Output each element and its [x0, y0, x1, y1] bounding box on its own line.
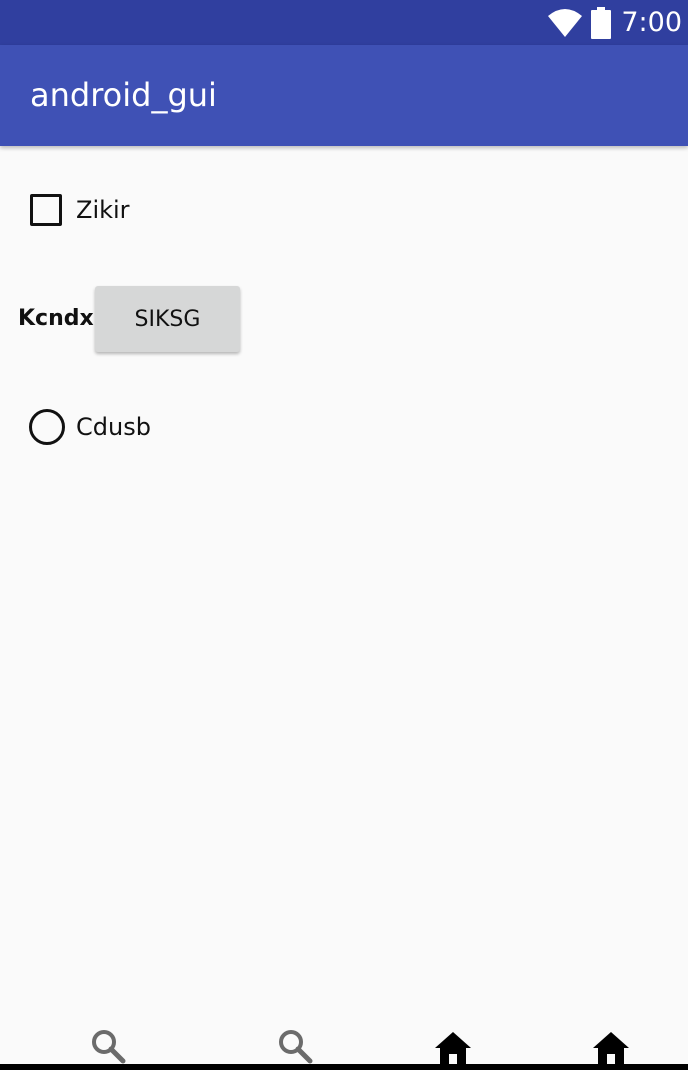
- cdusb-radio[interactable]: Cdusb: [29, 408, 151, 446]
- radio-label: Cdusb: [76, 413, 151, 441]
- status-bar: 7:00: [0, 0, 688, 45]
- checkbox-label: Zikir: [76, 196, 130, 224]
- nav-search-2[interactable]: [275, 1026, 315, 1066]
- bottom-divider: [0, 1064, 688, 1070]
- nav-search-1[interactable]: [88, 1026, 128, 1066]
- app-bar: android_gui: [0, 45, 688, 146]
- bottom-nav: [0, 1018, 688, 1070]
- app-title: android_gui: [30, 76, 217, 114]
- checkbox-box[interactable]: [30, 194, 62, 226]
- home-icon: [593, 1032, 629, 1064]
- search-icon: [279, 1030, 313, 1064]
- siksg-button[interactable]: SIKSG: [95, 286, 240, 352]
- wifi-icon: [548, 8, 583, 37]
- nav-home-1[interactable]: [433, 1026, 473, 1066]
- battery-icon: [591, 6, 612, 39]
- status-icons: 7:00: [547, 0, 682, 45]
- radio-circle[interactable]: [29, 409, 65, 445]
- search-icon: [92, 1030, 126, 1064]
- zikir-checkbox[interactable]: Zikir: [30, 193, 130, 227]
- kcndx-label: Kcndx: [18, 306, 94, 331]
- home-icon: [435, 1032, 471, 1064]
- status-time: 7:00: [621, 7, 682, 38]
- nav-home-2[interactable]: [591, 1026, 631, 1066]
